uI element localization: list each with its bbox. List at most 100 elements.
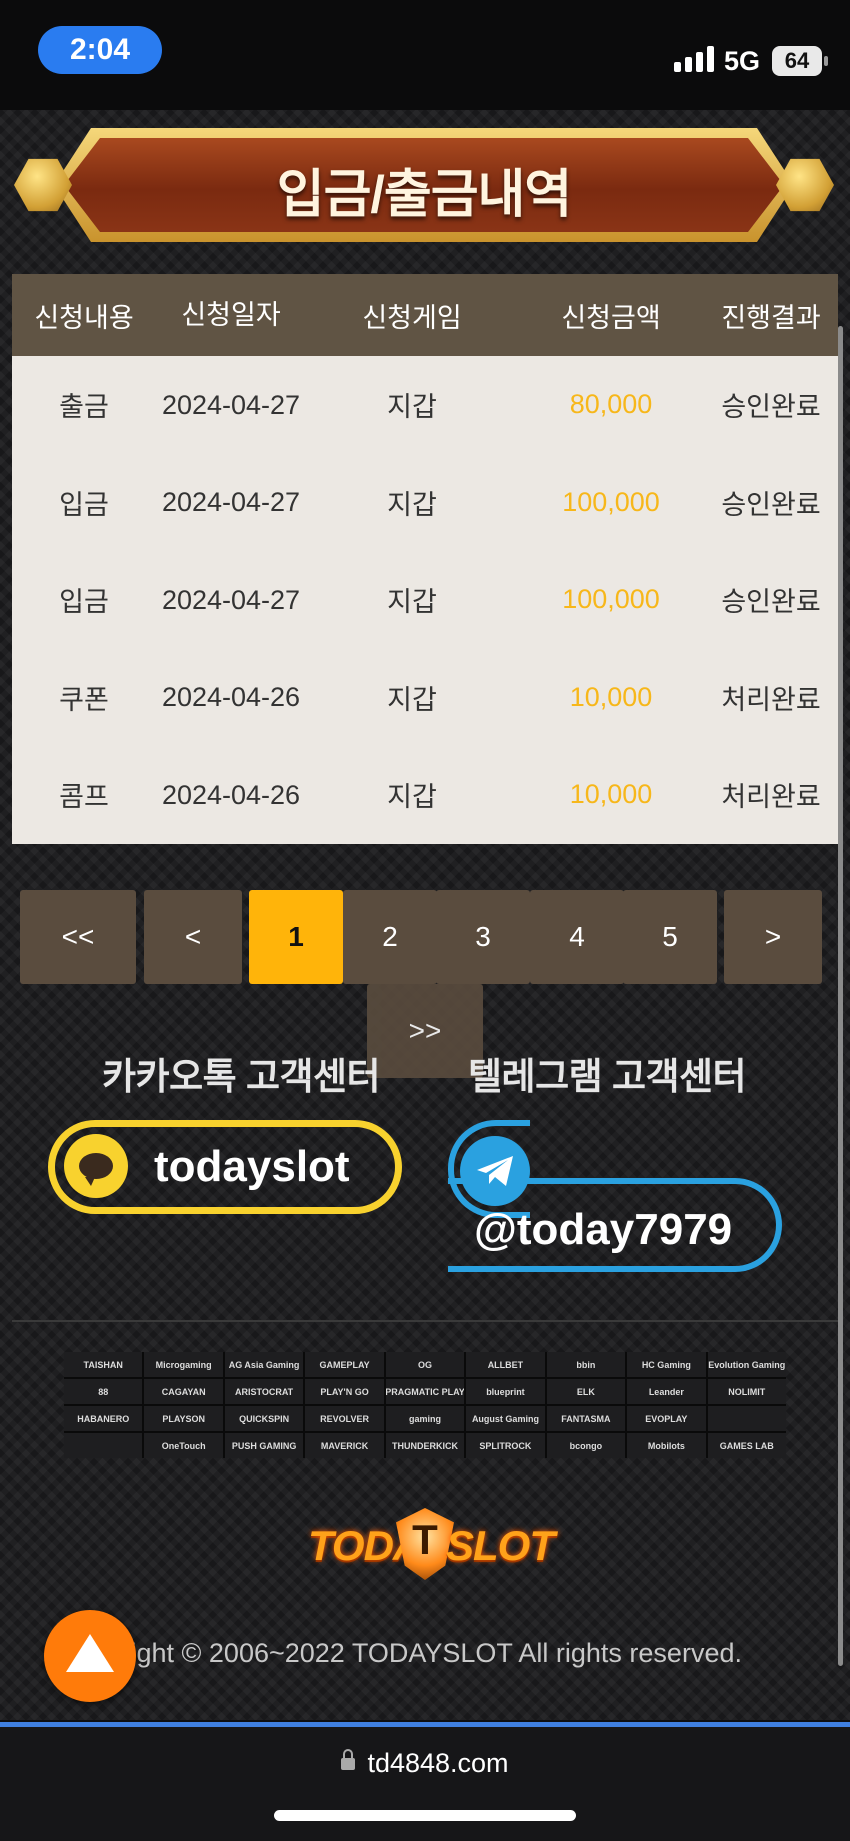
provider-logo: AG Asia Gaming [224,1352,304,1377]
kakao-support-label: 카카오톡 고객센터 [102,1056,381,1097]
footer-divider [12,1320,838,1322]
cell-amount: 10,000 [569,779,653,810]
page-button-5[interactable]: 5 [623,890,717,984]
scroll-to-top-button[interactable] [44,1610,136,1702]
kakao-chat-icon [64,1134,128,1198]
url-text: td4848.com [367,1748,509,1778]
table-header: 신청내용 신청일자 신청게임 신청금액 진행결과 [12,274,838,356]
header-type: 신청내용 [34,302,134,333]
provider-logo: bbin [546,1352,626,1377]
cell-date: 2024-04-27 [161,487,301,518]
header-game: 신청게임 [362,302,462,333]
provider-logo: bcongo [546,1433,626,1458]
provider-logo: NOLIMIT [707,1379,786,1404]
cell-result: 승인완료 [721,489,821,520]
history-table: 신청내용 신청일자 신청게임 신청금액 진행결과 출금 2024-04-27 지… [12,274,838,844]
home-indicator[interactable] [274,1810,576,1821]
next-page-button[interactable]: > [724,890,822,984]
provider-logo: HC Gaming [627,1352,706,1377]
table-row: 출금 2024-04-27 지갑 80,000 승인완료 [12,356,838,454]
network-type: 5G [724,46,761,76]
header-amount: 신청금액 [561,302,661,333]
cell-type: 출금 [59,392,109,423]
provider-logo: blueprint [466,1379,545,1404]
cell-game: 지갑 [387,587,437,618]
lock-icon [341,1749,356,1770]
provider-logo: PLAY'N GO [305,1379,384,1404]
cell-date: 2024-04-26 [161,682,301,713]
header-date: 신청일자 [181,300,281,330]
table-row: 입금 2024-04-27 지갑 100,000 승인완료 [12,454,838,552]
table-row: 쿠폰 2024-04-26 지갑 10,000 처리완료 [12,649,838,747]
cell-game: 지갑 [387,782,437,813]
provider-logo: OG [385,1352,465,1377]
provider-logo: ELK [546,1379,626,1404]
provider-logo: PLAYSON [144,1406,223,1431]
telegram-plane-icon [460,1136,530,1206]
provider-logo: REVOLVER [305,1406,384,1431]
page-button-2[interactable]: 2 [343,890,437,984]
provider-logo: Evolution Gaming [707,1352,786,1377]
cell-amount: 100,000 [562,486,660,517]
prev-page-button[interactable]: < [144,890,242,984]
cell-date: 2024-04-26 [161,779,301,810]
provider-logo: TAISHAN [64,1352,143,1377]
cell-result: 처리완료 [721,684,821,715]
provider-logo: EVOPLAY [627,1406,706,1431]
browser-bar [0,1722,850,1841]
table-row: 콤프 2024-04-26 지갑 10,000 처리완료 [12,746,838,844]
provider-logo: SPLITROCK [466,1433,545,1458]
last-page-button[interactable]: >> [367,984,483,1078]
page-title: 입금/출금내역 [276,166,573,224]
signal-icon [674,46,714,72]
cell-game: 지갑 [387,392,437,423]
page-button-3[interactable]: 3 [436,890,530,984]
provider-logo: 88 [64,1379,143,1404]
table-row: 입금 2024-04-27 지갑 100,000 승인완료 [12,551,838,649]
site-logo[interactable]: TODAY SLOT [300,1492,555,1588]
provider-logo: Leander [627,1379,706,1404]
cell-amount: 100,000 [562,584,660,615]
provider-logo: CAGAYAN [144,1379,223,1404]
provider-logo: QUICKSPIN [224,1406,304,1431]
provider-logo: HABANERO [64,1406,143,1431]
address-bar[interactable]: td4848.com [0,1748,850,1779]
cell-type: 콤프 [59,782,109,813]
provider-logo: ALLBET [466,1352,545,1377]
cell-type: 입금 [59,587,109,618]
scrollbar[interactable] [838,326,843,1666]
provider-logo [707,1406,786,1431]
provider-logo: August Gaming [466,1406,545,1431]
cell-result: 승인완료 [721,392,821,423]
battery-icon: 64 [772,46,828,76]
provider-logo: PUSH GAMING [224,1433,304,1458]
provider-logos: TAISHAN Microgaming AG Asia Gaming GAMEPLAY… [64,1352,786,1458]
provider-logo: GAMES LAB [707,1433,786,1458]
provider-logo: PRAGMATIC PLAY [385,1379,465,1404]
first-page-button[interactable]: << [20,890,136,984]
header-result: 진행결과 [721,302,821,333]
status-time[interactable]: 2:04 [38,26,162,74]
kakao-id[interactable]: todayslot [154,1142,350,1192]
cell-date: 2024-04-27 [161,389,301,420]
cell-game: 지갑 [387,489,437,520]
cell-date: 2024-04-27 [161,584,301,615]
cell-result: 처리완료 [721,782,821,813]
page-button-4[interactable]: 4 [530,890,624,984]
telegram-id[interactable]: @today7979 [474,1205,732,1255]
cell-amount: 10,000 [569,681,653,712]
provider-logo: gaming [385,1406,465,1431]
arrow-up-icon [66,1634,114,1672]
provider-logo: Mobilots [627,1433,706,1458]
cell-type: 입금 [59,489,109,520]
provider-logo: MAVERICK [305,1433,384,1458]
provider-logo: THUNDERKICK [385,1433,465,1458]
provider-logo: Microgaming [144,1352,223,1377]
cell-result: 승인완료 [721,587,821,618]
provider-logo: FANTASMA [546,1406,626,1431]
provider-logo: ARISTOCRAT [224,1379,304,1404]
cell-amount: 80,000 [569,389,653,420]
page-button-1[interactable]: 1 [249,890,343,984]
provider-logo: OneTouch [144,1433,223,1458]
cell-game: 지갑 [387,684,437,715]
